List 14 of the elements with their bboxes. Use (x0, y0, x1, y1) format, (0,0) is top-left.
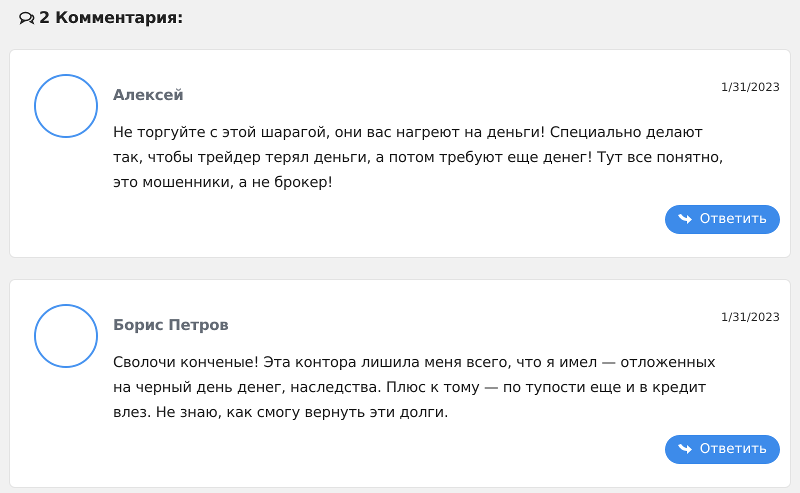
comment-date: 1/31/2023 (721, 79, 780, 96)
reply-button[interactable]: Ответить (664, 204, 780, 234)
author-name: Борис Петров (113, 315, 228, 336)
reply-arrow-icon (678, 214, 692, 224)
author-name: Алексей (113, 85, 184, 106)
reply-arrow-icon (678, 444, 692, 454)
avatar (34, 74, 98, 138)
reply-button[interactable]: Ответить (664, 434, 780, 464)
comments-icon (19, 11, 35, 25)
comments-heading: 2 Комментария: (39, 7, 184, 29)
comment-text: Сволочи конченые! Эта контора лишила меня всего, что я имел — отложенных на черный день денег, наследства. Плюс к тому — по тупости еще и в кредит влез. Не знаю, как смогу вернуть эти долги. (113, 352, 716, 422)
avatar (34, 304, 98, 368)
comment-text: Не торгуйте с этой шарагой, они вас нагреют на деньги! Специально делают так, чтобы трейдер терял деньги, а потом требуют еще денег! Тут все понятно, это мошенники, а не брокер! (113, 122, 724, 192)
comment-date: 1/31/2023 (721, 309, 780, 326)
